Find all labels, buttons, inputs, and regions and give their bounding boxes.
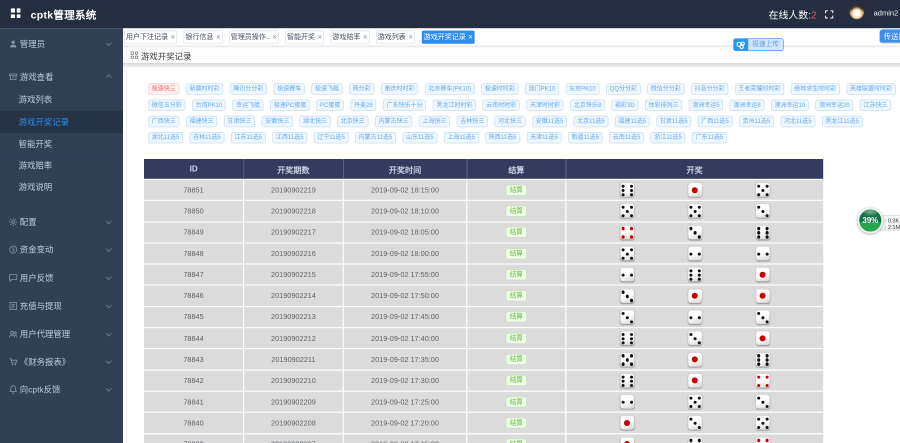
svg-text:$: $ bbox=[12, 247, 15, 253]
